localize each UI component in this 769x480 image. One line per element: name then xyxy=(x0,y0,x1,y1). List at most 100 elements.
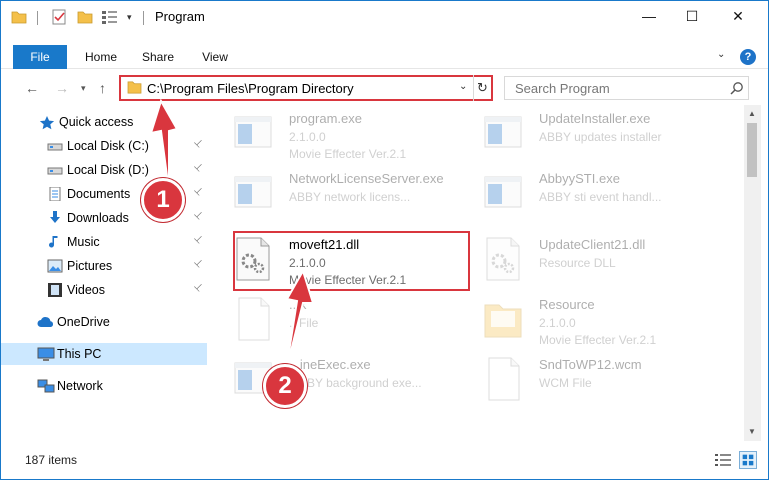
exe-icon xyxy=(483,171,523,215)
step-badge-1: 1 xyxy=(141,178,185,222)
sidebar-item-local-disk-d[interactable]: Local Disk (D:) ⊥ xyxy=(1,159,207,181)
separator xyxy=(37,11,38,25)
file-detail: 2.1.0.0 xyxy=(289,130,326,144)
tiles-view-icon[interactable] xyxy=(739,451,757,469)
sidebar-item-quick-access[interactable]: Quick access xyxy=(1,111,207,133)
new-folder-icon[interactable] xyxy=(77,9,93,25)
sidebar-item-label: Videos xyxy=(67,283,105,297)
file-name: NetworkLicenseServer.exe xyxy=(289,171,444,186)
file-item[interactable]: ...ineExec.exe ...BBY background exe... xyxy=(223,351,463,411)
file-item[interactable]: Resource 2.1.0.0 Movie Effecter Ver.2.1 xyxy=(473,291,713,351)
sidebar-item-label: Quick access xyxy=(59,115,134,129)
window-title: Program xyxy=(155,9,205,24)
pin-icon[interactable]: ⊥ xyxy=(191,161,205,175)
sidebar-item-music[interactable]: Music ⊥ xyxy=(1,231,207,253)
separator xyxy=(143,11,144,25)
help-icon[interactable]: ? xyxy=(740,49,756,65)
customize-view-icon[interactable] xyxy=(101,9,119,25)
exe-icon xyxy=(233,171,273,215)
sidebar-item-label: This PC xyxy=(57,347,102,361)
computer-icon xyxy=(37,347,55,361)
properties-icon[interactable] xyxy=(51,9,67,25)
tab-view[interactable]: View xyxy=(193,45,237,69)
pin-icon[interactable]: ⊥ xyxy=(191,257,205,271)
tab-file[interactable]: File xyxy=(13,45,67,69)
address-bar[interactable]: C:\Program Files\Program Directory ⌄ ↻ xyxy=(119,75,493,101)
file-detail: ABBY updates installer xyxy=(539,130,662,144)
file-item[interactable]: UpdateClient21.dll Resource DLL xyxy=(473,231,713,291)
file-name: program.exe xyxy=(289,111,362,126)
tab-home[interactable]: Home xyxy=(76,45,126,69)
refresh-button[interactable]: ↻ xyxy=(473,75,491,101)
pin-icon[interactable]: ⊥ xyxy=(191,209,205,223)
file-name: Resource xyxy=(539,297,595,312)
highlight-box xyxy=(233,231,470,291)
folder-icon xyxy=(127,81,142,94)
scroll-down-icon[interactable]: ▼ xyxy=(748,427,756,436)
up-button[interactable]: ↑ xyxy=(99,80,106,96)
file-detail: WCM File xyxy=(539,376,592,390)
pin-icon[interactable]: ⊥ xyxy=(191,137,205,151)
sidebar-item-label: Music xyxy=(67,235,100,249)
sidebar-item-pictures[interactable]: Pictures ⊥ xyxy=(1,255,207,277)
expand-ribbon-icon[interactable]: ⌄ xyxy=(717,49,731,60)
sidebar-item-label: OneDrive xyxy=(57,315,110,329)
sidebar-item-label: Local Disk (D:) xyxy=(67,163,149,177)
dll-icon xyxy=(483,237,523,281)
cloud-icon xyxy=(37,315,54,329)
sidebar-item-videos[interactable]: Videos ⊥ xyxy=(1,279,207,301)
file-detail: 2.1.0.0 xyxy=(539,316,576,330)
file-item[interactable]: NetworkLicenseServer.exe ABBY network lic… xyxy=(223,165,463,225)
address-dropdown-icon[interactable]: ⌄ xyxy=(459,81,467,92)
details-view-icon[interactable] xyxy=(715,453,731,467)
pin-icon[interactable]: ⊥ xyxy=(191,185,205,199)
file-detail: ABBY network licens... xyxy=(289,190,411,204)
search-input[interactable] xyxy=(505,77,725,99)
file-item[interactable]: SndToWP12.wcm WCM File xyxy=(473,351,713,411)
sidebar-item-label: Network xyxy=(57,379,103,393)
pictures-icon xyxy=(47,259,63,273)
file-detail: ...BBY background exe... xyxy=(289,376,422,390)
file-name: UpdateInstaller.exe xyxy=(539,111,651,126)
downloads-icon xyxy=(47,211,63,225)
folder-icon xyxy=(11,11,27,24)
minimize-button[interactable]: — xyxy=(626,1,672,31)
recent-locations-dropdown[interactable]: ▾ xyxy=(81,83,86,94)
sidebar-item-label: Local Disk (C:) xyxy=(67,139,149,153)
sidebar-item-local-disk-c[interactable]: Local Disk (C:) ⊥ xyxy=(1,135,207,157)
tab-share[interactable]: Share xyxy=(134,45,182,69)
file-item[interactable]: UpdateInstaller.exe ABBY updates installe… xyxy=(473,105,713,165)
file-icon xyxy=(483,357,523,401)
file-name: ...k xyxy=(289,297,307,312)
address-path[interactable]: C:\Program Files\Program Directory xyxy=(147,81,354,96)
file-item[interactable]: program.exe 2.1.0.0 Movie Effecter Ver.2.1 xyxy=(223,105,463,165)
sidebar-item-this-pc[interactable]: This PC xyxy=(1,343,207,365)
file-detail: ABBY sti event handl... xyxy=(539,190,662,204)
drive-icon xyxy=(47,139,63,153)
title-bar: ▾ Program — ☐ ✕ xyxy=(1,1,768,33)
pin-icon[interactable]: ⊥ xyxy=(191,233,205,247)
maximize-button[interactable]: ☐ xyxy=(669,1,715,31)
navigation-pane: Quick access Local Disk (C:) ⊥ Local Disk (… xyxy=(1,111,207,441)
exe-icon xyxy=(233,111,273,155)
sidebar-item-label: Pictures xyxy=(67,259,113,273)
navigation-bar: ← → ▾ ↑ C:\Program Files\Program Directo… xyxy=(1,73,768,103)
pin-icon[interactable]: ⊥ xyxy=(191,281,205,295)
back-button[interactable]: ← xyxy=(25,80,39,96)
status-item-count: 187 items xyxy=(25,453,78,467)
forward-button[interactable]: → xyxy=(55,80,69,96)
search-box[interactable] xyxy=(504,76,749,100)
close-button[interactable]: ✕ xyxy=(715,1,761,31)
explorer-window: ▾ Program — ☐ ✕ File Home Share View ⌄ ?… xyxy=(0,0,769,480)
sidebar-item-onedrive[interactable]: OneDrive xyxy=(1,311,207,333)
search-icon[interactable] xyxy=(730,81,744,95)
scroll-thumb[interactable] xyxy=(747,123,757,177)
customize-toolbar-dropdown[interactable]: ▾ xyxy=(127,9,137,25)
file-item[interactable]: AbbyySTI.exe ABBY sti event handl... xyxy=(473,165,713,225)
file-item[interactable]: ...k ...File xyxy=(223,291,463,351)
scroll-up-icon[interactable]: ▲ xyxy=(748,109,756,118)
file-icon xyxy=(233,297,273,341)
drive-icon xyxy=(47,163,63,177)
sidebar-item-network[interactable]: Network xyxy=(1,375,207,397)
vertical-scrollbar[interactable]: ▲ ▼ xyxy=(744,105,761,441)
